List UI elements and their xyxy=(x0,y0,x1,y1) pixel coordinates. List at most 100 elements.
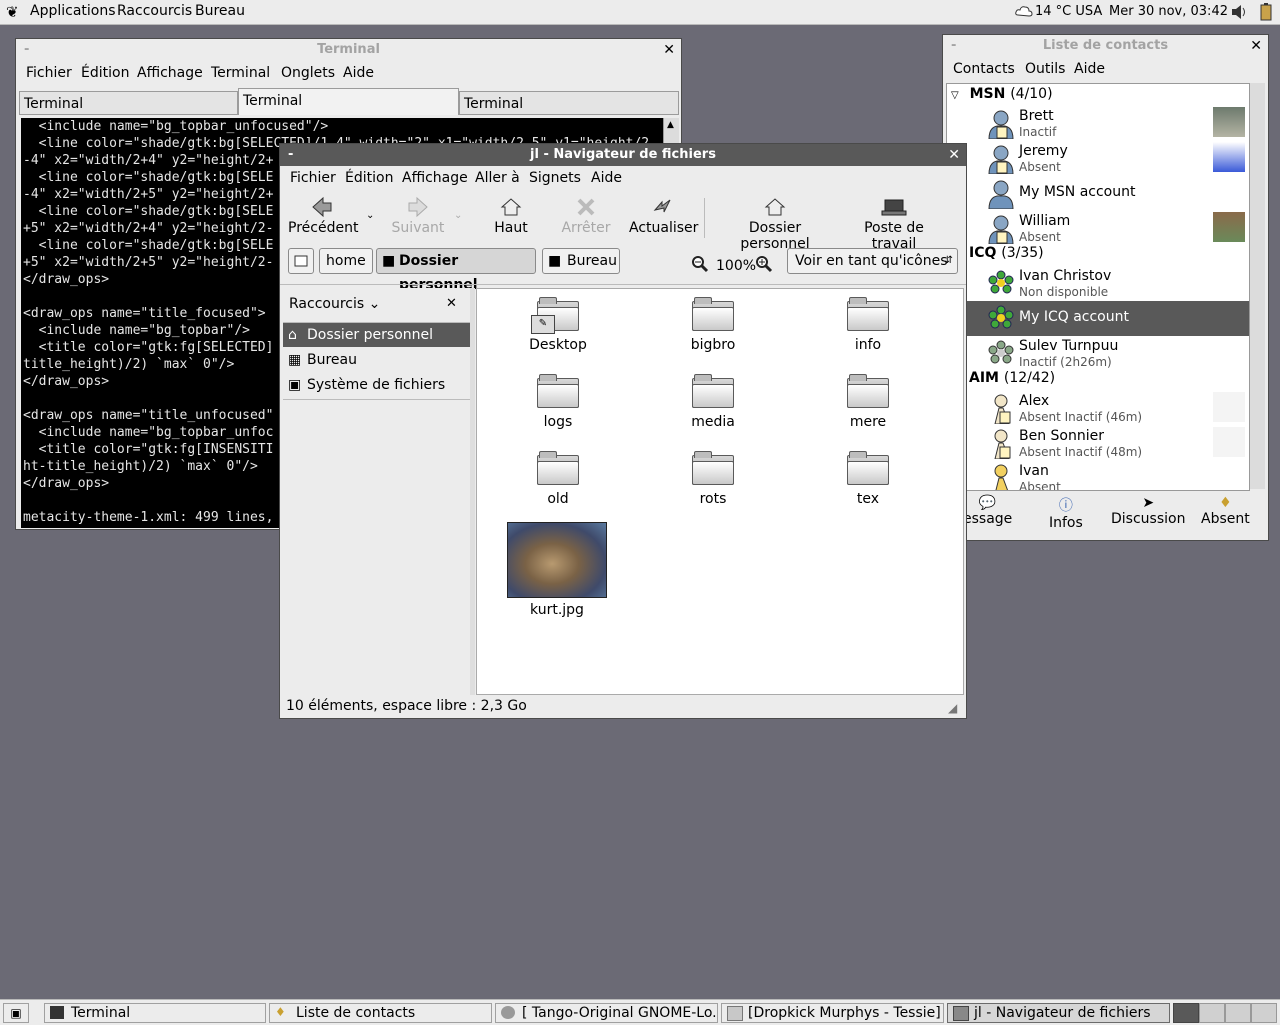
place-personal-folder[interactable]: ⌂ Dossier personnel xyxy=(283,323,470,347)
menu-contacts[interactable]: Contacts xyxy=(953,61,1015,77)
terminal-tab-2[interactable]: Terminal xyxy=(238,88,459,115)
show-desktop-icon[interactable]: ▣ xyxy=(3,1003,29,1023)
workspace-2[interactable] xyxy=(1199,1003,1225,1023)
menu-edition[interactable]: Édition xyxy=(81,65,129,81)
stop-button[interactable]: Arrêter xyxy=(558,196,614,236)
weather-text[interactable]: 14 °C USA xyxy=(1035,4,1102,19)
path-desktop-button[interactable]: ■ Bureau xyxy=(542,248,620,274)
sidebar-title-select[interactable]: Raccourcis ⌄ xyxy=(289,296,380,312)
file-item[interactable]: kurt.jpg xyxy=(497,522,617,618)
clock[interactable]: Mer 30 nov, 03:42 xyxy=(1109,4,1228,19)
info-button[interactable]: ⓘ Infos xyxy=(1049,495,1083,531)
contact-brett[interactable]: Brett Inactif xyxy=(947,106,1249,141)
terminal-titlebar[interactable]: - Terminal ✕ xyxy=(16,39,681,61)
file-item[interactable]: bigbro xyxy=(653,297,773,353)
file-browser-titlebar[interactable]: - jl - Navigateur de fichiers ✕ xyxy=(280,144,966,166)
group-msn[interactable]: ▽ MSN (4/10) xyxy=(951,86,1053,102)
menu-terminal[interactable]: Terminal xyxy=(211,65,270,81)
contact-alex[interactable]: Alex Absent Inactif (46m) xyxy=(947,391,1249,426)
contact-jeremy[interactable]: Jeremy Absent xyxy=(947,141,1249,176)
message-button[interactable]: 💬 essage xyxy=(963,495,1012,527)
path-personal-folder-button[interactable]: ■ Dossier personnel xyxy=(376,248,536,293)
resize-grip-icon[interactable]: ◢ xyxy=(948,701,957,715)
file-item[interactable]: logs xyxy=(498,374,618,430)
contact-ivan-christov[interactable]: Ivan Christov Non disponible xyxy=(947,266,1249,301)
menu-signets[interactable]: Signets xyxy=(529,170,581,186)
place-desktop[interactable]: ▦ Bureau xyxy=(283,348,470,372)
taskbar-terminal[interactable]: Terminal xyxy=(44,1003,266,1023)
location-toggle-button[interactable] xyxy=(288,248,314,274)
contact-my-msn-account[interactable]: My MSN account xyxy=(947,176,1249,211)
gnome-foot-icon[interactable]: ❦ xyxy=(6,3,19,21)
volume-icon[interactable] xyxy=(1230,4,1248,24)
file-item[interactable]: rots xyxy=(653,451,773,507)
applications-menu[interactable]: Applications xyxy=(30,3,116,19)
zoom-in-icon[interactable] xyxy=(755,255,773,277)
home-button[interactable]: Dossier personnel xyxy=(716,196,834,252)
window-menu-icon[interactable]: - xyxy=(24,39,29,61)
expander-icon[interactable]: ▽ xyxy=(951,90,959,101)
menu-edition[interactable]: Édition xyxy=(345,170,393,186)
contact-ben-sonnier[interactable]: Ben Sonnier Absent Inactif (48m) xyxy=(947,426,1249,461)
contacts-titlebar[interactable]: - Liste de contacts ✕ xyxy=(943,35,1268,57)
workspace-1[interactable] xyxy=(1173,1003,1199,1023)
taskbar-music[interactable]: [Dropkick Murphys - Tessie] xyxy=(721,1003,944,1023)
desktop-menu[interactable]: Bureau xyxy=(195,3,245,19)
back-button[interactable]: Précédent xyxy=(288,196,358,236)
menu-aide[interactable]: Aide xyxy=(1074,61,1105,77)
file-item[interactable]: mere xyxy=(808,374,928,430)
buddy-list-scrollbar[interactable] xyxy=(1249,83,1265,489)
zoom-out-icon[interactable] xyxy=(691,255,709,277)
workspace-3[interactable] xyxy=(1225,1003,1251,1023)
close-icon[interactable]: ✕ xyxy=(663,39,675,61)
menu-affichage[interactable]: Affichage xyxy=(402,170,468,186)
zoom-level[interactable]: 100% xyxy=(716,258,756,274)
view-mode-select[interactable]: Voir en tant qu'icônes ⇵ xyxy=(787,248,958,274)
taskbar-file-browser[interactable]: jl - Navigateur de fichiers xyxy=(947,1003,1170,1023)
close-icon[interactable]: ✕ xyxy=(1250,35,1262,57)
computer-button[interactable]: Poste de travail xyxy=(843,196,945,252)
window-menu-icon[interactable]: - xyxy=(288,144,293,166)
close-icon[interactable]: ✕ xyxy=(948,144,960,166)
contact-sulev-turnpuu[interactable]: Sulev Turnpuu Inactif (2h26m) xyxy=(947,336,1249,371)
menu-aide[interactable]: Aide xyxy=(591,170,622,186)
file-item[interactable]: ✎ Desktop xyxy=(498,297,618,353)
forward-history-dropdown[interactable]: ⌄ xyxy=(454,210,462,221)
away-button[interactable]: ♦ Absent xyxy=(1201,495,1250,527)
menu-fichier[interactable]: Fichier xyxy=(290,170,336,186)
taskbar-tango[interactable]: [ Tango-Original GNOME-Lo... xyxy=(495,1003,718,1023)
file-item[interactable]: info xyxy=(808,297,928,353)
window-menu-icon[interactable]: - xyxy=(951,35,956,57)
contact-ivan[interactable]: Ivan Absent xyxy=(947,461,1249,490)
file-item[interactable]: old xyxy=(498,451,618,507)
place-filesystem[interactable]: ▣ Système de fichiers xyxy=(283,373,470,397)
group-icq[interactable]: ICQ (3/35) xyxy=(969,245,1044,261)
shortcuts-menu[interactable]: Raccourcis xyxy=(117,3,192,19)
menu-affichage[interactable]: Affichage xyxy=(137,65,203,81)
workspace-4[interactable] xyxy=(1251,1003,1277,1023)
menu-aller-a[interactable]: Aller à xyxy=(475,170,520,186)
terminal-tab-3[interactable]: Terminal xyxy=(459,91,679,115)
chat-button[interactable]: ➤ Discussion xyxy=(1111,495,1185,527)
pane-resize-handle[interactable] xyxy=(470,288,475,695)
menu-fichier[interactable]: Fichier xyxy=(26,65,72,81)
icon-view[interactable]: ✎ Desktop bigbro info logs media mere ol… xyxy=(476,288,964,695)
menu-aide[interactable]: Aide xyxy=(343,65,374,81)
sidebar-close-icon[interactable]: ✕ xyxy=(446,296,457,311)
reload-button[interactable]: Actualiser xyxy=(629,196,698,236)
path-home-button[interactable]: home xyxy=(319,248,373,274)
file-item[interactable]: media xyxy=(653,374,773,430)
up-button[interactable]: Haut xyxy=(487,196,535,236)
menu-onglets[interactable]: Onglets xyxy=(281,65,335,81)
contact-my-icq-account[interactable]: My ICQ account xyxy=(947,301,1249,336)
file-item[interactable]: tex xyxy=(808,451,928,507)
menu-outils[interactable]: Outils xyxy=(1025,61,1065,77)
battery-icon[interactable] xyxy=(1260,3,1272,25)
taskbar-contacts[interactable]: ♦ Liste de contacts xyxy=(269,1003,492,1023)
forward-button[interactable]: Suivant xyxy=(390,196,446,236)
workspace-switcher[interactable] xyxy=(1173,1003,1277,1023)
contact-william[interactable]: William Absent xyxy=(947,211,1249,246)
back-history-dropdown[interactable]: ⌄ xyxy=(366,210,374,221)
terminal-tab-1[interactable]: Terminal xyxy=(19,91,238,115)
group-aim[interactable]: AIM (12/42) xyxy=(969,370,1055,386)
